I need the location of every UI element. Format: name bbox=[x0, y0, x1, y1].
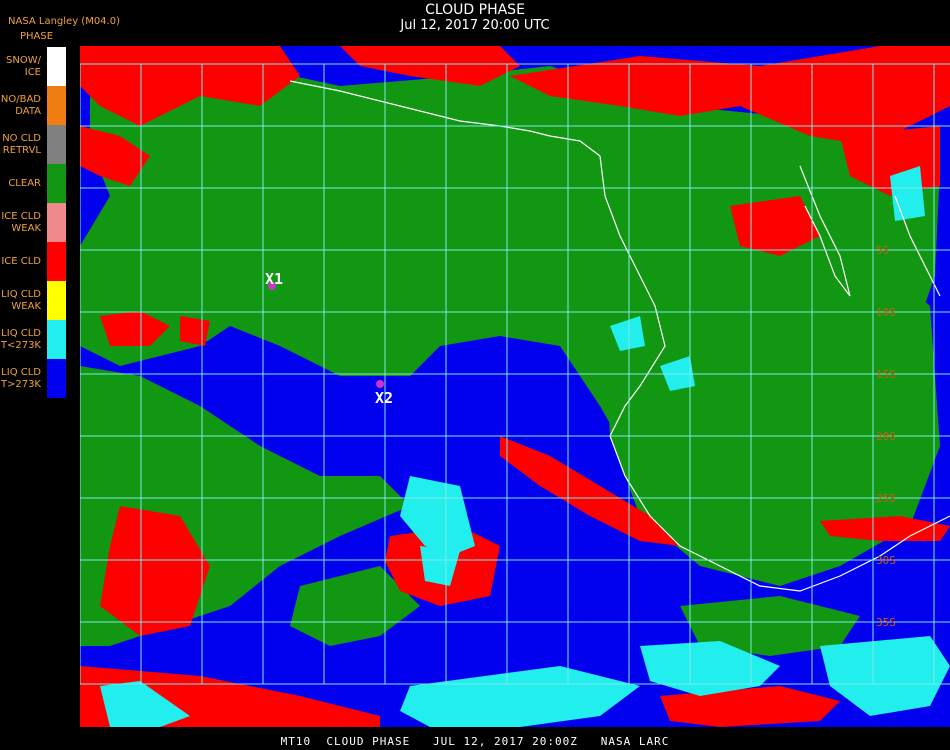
legend-label: ICE CLD bbox=[1, 255, 41, 267]
legend-item: SNOW/ ICE bbox=[0, 47, 66, 86]
marker-x1-label: X1 bbox=[265, 270, 283, 288]
legend-label: NO/BAD DATA bbox=[0, 93, 41, 117]
legend-swatch bbox=[47, 203, 66, 242]
legend-swatch bbox=[47, 86, 66, 125]
legend-swatch bbox=[47, 47, 66, 86]
latitude-label: 5S bbox=[876, 244, 889, 257]
latitude-label: 30S bbox=[876, 554, 896, 567]
legend-item: CLEAR bbox=[0, 164, 66, 203]
map-footer: MT10 CLOUD PHASE JUL 12, 2017 20:00Z NAS… bbox=[280, 735, 670, 748]
latitude-label: 25S bbox=[876, 492, 896, 505]
latitude-label: 35S bbox=[876, 616, 896, 629]
legend-swatch bbox=[47, 281, 66, 320]
legend-item: ICE CLD bbox=[0, 242, 66, 281]
org-label: NASA Langley (M04.0) bbox=[8, 16, 120, 27]
legend-item: ICE CLD WEAK bbox=[0, 203, 66, 242]
marker-x1: X1 bbox=[265, 270, 283, 290]
legend-label: ICE CLD WEAK bbox=[1, 210, 41, 234]
legend-item: LIQ CLD T<273K bbox=[0, 320, 66, 359]
legend-item: LIQ CLD WEAK bbox=[0, 281, 66, 320]
phase-legend: SNOW/ ICE NO/BAD DATA NO CLD RETRVL CLEAR IC… bbox=[0, 47, 66, 398]
cloud-phase-map: 5S 10S 15S 20S 25S 30S 35S X1 X2 bbox=[80, 46, 950, 727]
legend-swatch bbox=[47, 164, 66, 203]
legend-swatch bbox=[47, 359, 66, 398]
legend-label: NO CLD RETRVL bbox=[2, 132, 41, 156]
legend-swatch bbox=[47, 242, 66, 281]
legend-swatch bbox=[47, 320, 66, 359]
map-title: CLOUD PHASE bbox=[425, 2, 525, 18]
legend-item: NO/BAD DATA bbox=[0, 86, 66, 125]
latitude-label: 10S bbox=[876, 306, 896, 319]
legend-label: LIQ CLD T<273K bbox=[0, 327, 41, 351]
latitude-label: 15S bbox=[876, 368, 896, 381]
legend-title: PHASE bbox=[20, 31, 54, 42]
legend-item: NO CLD RETRVL bbox=[0, 125, 66, 164]
legend-item: LIQ CLD T>273K bbox=[0, 359, 66, 398]
legend-label: LIQ CLD T>273K bbox=[0, 366, 41, 390]
latitude-label: 20S bbox=[876, 430, 896, 443]
legend-label: SNOW/ ICE bbox=[6, 54, 41, 78]
legend-swatch bbox=[47, 125, 66, 164]
marker-x2-label: X2 bbox=[375, 389, 393, 407]
legend-label: CLEAR bbox=[8, 177, 41, 189]
map-timestamp: Jul 12, 2017 20:00 UTC bbox=[400, 18, 550, 33]
legend-label: LIQ CLD WEAK bbox=[1, 288, 41, 312]
marker-x2-dot bbox=[376, 380, 384, 388]
